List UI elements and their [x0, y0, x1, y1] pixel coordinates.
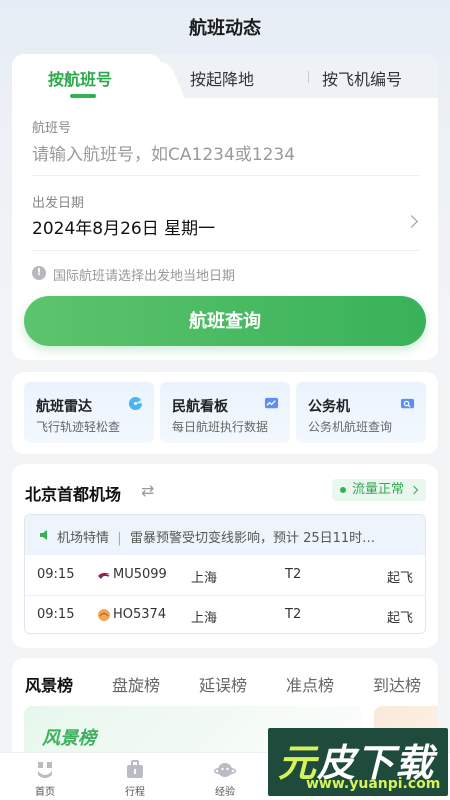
banner-title: 风景榜	[42, 728, 96, 749]
flight-number: MU5099	[113, 567, 167, 582]
chart-board-icon	[264, 397, 279, 409]
tab-by-flight-no[interactable]: 按航班号	[48, 66, 112, 90]
shanghai-airlines-logo	[98, 609, 110, 621]
nav-home[interactable]: 首页	[20, 759, 70, 799]
nav-experience[interactable]: 经验	[200, 759, 250, 799]
watermark-url: www.yuanpi.com	[306, 776, 441, 792]
notice-label: 机场特情	[57, 531, 110, 546]
flight-status: 起飞	[386, 611, 413, 626]
search-card-icon	[400, 398, 415, 409]
flight-city: 上海	[191, 611, 218, 626]
tab-underline	[70, 94, 96, 98]
flight-number: HO5374	[113, 607, 167, 622]
service-title: 航班雷达	[36, 399, 92, 415]
flight-time: 09:15	[37, 567, 75, 582]
service-subtitle: 飞行轨迹轻松查	[36, 420, 121, 434]
status-dot	[339, 487, 346, 493]
service-card-board[interactable]: 民航看板 每日航班执行数据	[160, 382, 290, 443]
divider	[32, 250, 420, 251]
flight-status: 起飞	[386, 571, 413, 586]
rank-tab-scenery[interactable]: 风景榜	[25, 672, 73, 696]
flight-no-input[interactable]: 请输入航班号，如CA1234或1234	[32, 140, 295, 165]
chevron-right-icon[interactable]	[405, 215, 418, 228]
airport-notice[interactable]: 机场特情 | 雷暴预警受切变线影响，预计 25日11时…	[25, 515, 425, 555]
service-title: 公务机	[308, 399, 350, 415]
flight-row[interactable]: 09:15 HO5374 上海 T2 起飞	[25, 595, 425, 633]
search-tabs: 按航班号 按起降地 按飞机编号	[12, 54, 438, 102]
flight-terminal: T2	[285, 567, 302, 582]
notice-content: 雷暴预警受切变线影响，预计 25日11时…	[129, 531, 376, 546]
divider	[32, 175, 420, 176]
speaker-icon	[40, 530, 47, 540]
tab-by-aircraft-no[interactable]: 按飞机编号	[322, 66, 402, 90]
flight-query-button[interactable]: 航班查询	[24, 296, 426, 346]
services-row: 航班雷达 飞行轨迹轻松查 民航看板 每日航班执行数据 公务机 公务机航班查询	[12, 372, 438, 454]
service-card-business-jet[interactable]: 公务机 公务机航班查询	[296, 382, 426, 443]
service-subtitle: 公务机航班查询	[308, 420, 393, 434]
swap-icon[interactable]: ⇄	[141, 481, 154, 500]
radar-icon	[128, 396, 143, 411]
rank-tab-arrival[interactable]: 到达榜	[373, 672, 421, 696]
service-card-radar[interactable]: 航班雷达 飞行轨迹轻松查	[24, 382, 154, 443]
nav-label: 行程	[125, 787, 145, 798]
flight-terminal: T2	[285, 607, 302, 622]
watermark: 元皮下载 www.yuanpi.com	[268, 728, 448, 796]
flight-no-label: 航班号	[32, 121, 72, 136]
date-hint: 国际航班请选择出发地当地日期	[53, 269, 236, 284]
date-label: 出发日期	[32, 196, 85, 211]
rank-tab-ontime[interactable]: 准点榜	[286, 672, 334, 696]
rank-tab-holding[interactable]: 盘旋榜	[112, 672, 160, 696]
airport-card: 北京首都机场 ⇄ 流量正常 机场特情 | 雷暴预警受切变线影响，预计 25日11…	[12, 464, 438, 648]
date-picker[interactable]: 2024年8月26日 星期一	[32, 214, 215, 239]
notice-text: 机场特情 | 雷暴预警受切变线影响，预计 25日11时…	[57, 531, 376, 546]
tab-separator	[308, 71, 309, 83]
airport-name[interactable]: 北京首都机场	[25, 481, 121, 505]
flight-time: 09:15	[37, 607, 75, 622]
nav-trips[interactable]: 行程	[110, 759, 160, 799]
flight-list: 机场特情 | 雷暴预警受切变线影响，预计 25日11时… 09:15 MU509…	[24, 514, 426, 634]
home-icon	[38, 762, 52, 778]
flow-status-badge[interactable]: 流量正常	[331, 479, 426, 501]
flight-city: 上海	[191, 571, 218, 586]
service-subtitle: 每日航班执行数据	[172, 420, 269, 434]
nav-label: 经验	[215, 787, 235, 798]
service-title: 民航看板	[172, 399, 228, 415]
rank-tab-delay[interactable]: 延误榜	[199, 672, 247, 696]
tab-by-route[interactable]: 按起降地	[190, 66, 254, 90]
china-eastern-logo	[98, 572, 110, 579]
planet-icon	[214, 763, 236, 777]
chevron-right-icon	[409, 485, 419, 495]
info-icon: !	[32, 266, 46, 280]
flow-status-text: 流量正常	[351, 482, 404, 497]
page-title: 航班动态	[189, 18, 261, 39]
flight-row[interactable]: 09:15 MU5099 上海 T2 起飞	[25, 555, 425, 595]
luggage-icon	[127, 760, 143, 778]
nav-label: 首页	[35, 787, 55, 798]
flight-search-card: 按航班号 按起降地 按飞机编号 航班号 请输入航班号，如CA1234或1234 …	[12, 54, 438, 360]
